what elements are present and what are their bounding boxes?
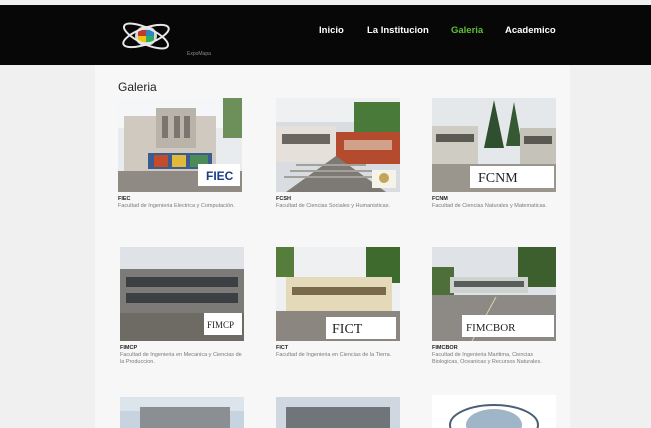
card-desc-fcsh: Facultad de Ciencias Sociales y Humanist… [276, 203, 391, 209]
gallery-photo-fiec[interactable]: FIEC [118, 98, 242, 192]
card-title-fiec: FIEC [118, 196, 131, 202]
gallery-photo-fcnm[interactable]: FCNM [432, 98, 556, 192]
gallery-photo-fict[interactable]: FICT [276, 247, 400, 341]
gallery-card-row3-1 [120, 397, 244, 428]
card-desc-fcnm: Facultad de Ciencias Naturales y Matemat… [432, 203, 547, 209]
card-title-fict: FICT [276, 345, 289, 351]
gallery-photo-row3-1[interactable] [120, 397, 244, 428]
gallery-photo-fcsh[interactable] [276, 98, 400, 192]
gallery-photo-row3-3[interactable] [432, 395, 556, 428]
sign-fict: FICT [332, 322, 363, 337]
logo-icon[interactable] [120, 15, 172, 57]
card-desc-fimcp: Facultad de Ingenieria en Mecanica y Cie… [120, 352, 242, 365]
gallery-card-row3-2 [276, 397, 400, 428]
card-desc-fiec: Facultad de Ingenieria Electrica y Compu… [118, 203, 235, 209]
sign-fiec: FIEC [206, 169, 234, 183]
gallery-card-row3-3 [432, 395, 556, 428]
card-title-fimcp: FIMCP [120, 345, 138, 351]
sign-fimcbor: FIMCBOR [466, 322, 516, 334]
sign-fcnm: FCNM [478, 171, 518, 186]
gallery-card-fict: FICT FICT Facultad de Ingenieria en Cien… [276, 247, 400, 359]
logo-text: ExpoMapa [187, 51, 211, 57]
gallery-card-fcnm: FCNM FCNM Facultad de Ciencias Naturales… [432, 98, 556, 210]
gallery-photo-fimcp[interactable]: FIMCP [120, 247, 244, 341]
gallery-card-fimcp: FIMCP FIMCP Facultad de Ingenieria en Me… [120, 247, 244, 366]
card-desc-fict: Facultad de Ingenieria en Ciencias de la… [276, 352, 392, 358]
card-title-fcsh: FCSH [276, 196, 291, 202]
gallery-card-fimcbor: FIMCBOR FIMCBOR Facultad de Ingenieria M… [432, 247, 556, 366]
nav-inicio[interactable]: Inicio [319, 25, 344, 36]
card-desc-fimcbor: Facultad de Ingenieria Maritima, Ciencia… [432, 352, 542, 365]
card-title-fcnm: FCNM [432, 196, 448, 202]
gallery-card-fcsh: FCSH Facultad de Ciencias Sociales y Hum… [276, 98, 400, 210]
gallery-photo-fimcbor[interactable]: FIMCBOR [432, 247, 556, 341]
gallery-photo-row3-2[interactable] [276, 397, 400, 428]
page-title: Galeria [118, 80, 157, 94]
nav-la-institucion[interactable]: La Institucion [367, 25, 429, 36]
nav-academico[interactable]: Academico [505, 25, 556, 36]
sign-fimcp: FIMCP [207, 320, 234, 330]
nav-galeria[interactable]: Galeria [451, 25, 483, 36]
card-title-fimcbor: FIMCBOR [432, 345, 458, 351]
top-navigation-bar: ExpoMapa Inicio La Institucion Galeria A… [0, 5, 651, 65]
gallery-card-fiec: FIEC FIEC Facultad de Ingenieria Electri… [118, 98, 242, 210]
